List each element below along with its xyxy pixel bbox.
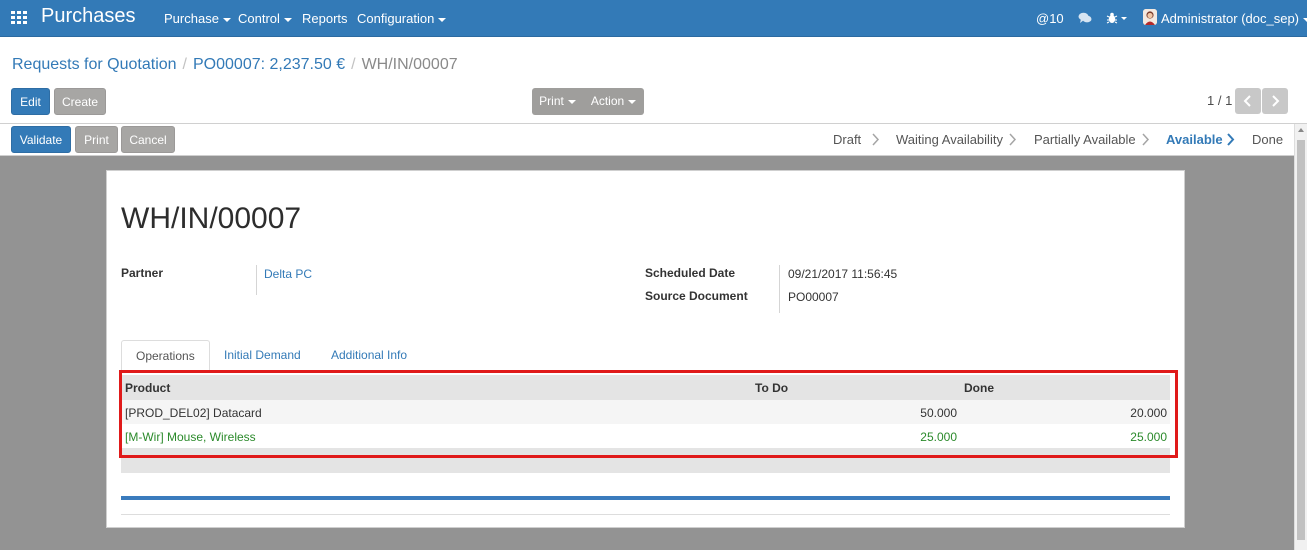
done-cell: 20.000 <box>1130 406 1167 420</box>
chevron-right-icon <box>872 133 880 146</box>
field-divider <box>779 265 780 313</box>
document-title: WH/IN/00007 <box>121 202 302 235</box>
section-divider <box>121 496 1170 500</box>
status-available: Available <box>1166 132 1223 147</box>
column-header-todo[interactable]: To Do <box>755 381 788 395</box>
control-panel: Requests for Quotation / PO00007: 2,237.50… <box>0 37 1307 124</box>
tab-initial-demand[interactable]: Initial Demand <box>210 340 315 371</box>
action-dropdown[interactable]: Action <box>583 88 644 115</box>
menu-control[interactable]: Control <box>238 11 292 26</box>
menu-configuration[interactable]: Configuration <box>357 11 447 26</box>
chat-icon[interactable] <box>1078 12 1092 24</box>
chevron-right-icon <box>1142 133 1150 146</box>
caret-down-icon <box>628 99 637 104</box>
table-header: Product To Do Done <box>121 375 1170 400</box>
chevron-right-icon <box>1227 133 1235 146</box>
menu-configuration-label: Configuration <box>357 11 435 26</box>
column-header-done[interactable]: Done <box>964 381 994 395</box>
chevron-left-icon <box>1243 95 1251 107</box>
mentions-counter[interactable]: @10 <box>1036 11 1064 26</box>
print-button[interactable]: Print <box>75 126 118 153</box>
pager-previous-button[interactable] <box>1235 88 1261 114</box>
breadcrumb-rfq[interactable]: Requests for Quotation <box>12 56 177 73</box>
user-avatar-icon <box>1143 9 1157 25</box>
status-waiting-availability: Waiting Availability <box>896 132 1003 147</box>
form-statusbar: Validate Print Cancel Draft Waiting Avai… <box>0 124 1307 156</box>
breadcrumb: Requests for Quotation / PO00007: 2,237.50… <box>12 56 458 74</box>
caret-down-icon <box>438 17 447 22</box>
caret-down-icon <box>222 17 231 22</box>
validate-button[interactable]: Validate <box>11 126 71 153</box>
scheduled-date-value: 09/21/2017 11:56:45 <box>788 267 898 281</box>
breadcrumb-separator: / <box>351 56 356 73</box>
column-header-product[interactable]: Product <box>125 381 170 395</box>
scrollbar-thumb[interactable] <box>1297 140 1305 540</box>
done-cell: 25.000 <box>1130 430 1167 444</box>
table-row[interactable]: [M-Wir] Mouse, Wireless 25.000 25.000 <box>121 424 1170 448</box>
cancel-button[interactable]: Cancel <box>121 126 175 153</box>
operations-table: Product To Do Done [PROD_DEL02] Datacard… <box>121 375 1170 473</box>
edit-button[interactable]: Edit <box>11 88 50 115</box>
source-document-label: Source Document <box>645 289 748 303</box>
tab-additional-info[interactable]: Additional Info <box>317 340 421 371</box>
todo-cell: 50.000 <box>920 406 957 420</box>
menu-purchase[interactable]: Purchase <box>164 11 231 26</box>
table-row[interactable]: [PROD_DEL02] Datacard 50.000 20.000 <box>121 400 1170 424</box>
status-draft: Draft <box>833 132 862 147</box>
partner-value[interactable]: Delta PC <box>264 267 312 281</box>
scheduled-date-label: Scheduled Date <box>645 266 736 280</box>
scroll-up-icon[interactable] <box>1298 128 1304 132</box>
field-divider <box>256 265 257 295</box>
status-done: Done <box>1252 132 1284 147</box>
user-avatar[interactable] <box>1143 9 1157 25</box>
caret-down-icon <box>1303 17 1307 22</box>
todo-cell: 25.000 <box>920 430 957 444</box>
user-name: Administrator (doc_sep) <box>1161 11 1299 26</box>
tab-operations[interactable]: Operations <box>121 340 210 371</box>
breadcrumb-separator: / <box>182 56 187 73</box>
divider <box>121 514 1170 515</box>
form-sheet: WH/IN/00007 Partner Delta PC Scheduled D… <box>106 170 1185 528</box>
chevron-right-icon <box>1272 95 1280 107</box>
caret-down-icon <box>567 99 576 104</box>
apps-grid-icon[interactable] <box>11 11 27 25</box>
pager-next-button[interactable] <box>1262 88 1288 114</box>
breadcrumb-current: WH/IN/00007 <box>361 56 458 73</box>
chevron-right-icon <box>1009 133 1017 146</box>
app-brand[interactable]: Purchases <box>41 5 136 28</box>
print-dropdown-label: Print <box>539 94 564 108</box>
action-dropdown-label: Action <box>590 94 625 108</box>
caret-down-icon <box>283 17 292 22</box>
status-partially-available: Partially Available <box>1034 132 1136 147</box>
debug-bug-icon[interactable] <box>1106 12 1128 24</box>
product-cell: [PROD_DEL02] Datacard <box>125 406 262 420</box>
menu-control-label: Control <box>238 11 280 26</box>
table-footer <box>121 448 1170 473</box>
pager-value[interactable]: 1 / 1 <box>1207 93 1232 108</box>
top-navbar: Purchases Purchase Control Reports Confi… <box>0 0 1307 37</box>
menu-purchase-label: Purchase <box>164 11 219 26</box>
user-menu[interactable]: Administrator (doc_sep) <box>1161 11 1307 26</box>
partner-label: Partner <box>121 266 164 280</box>
create-button[interactable]: Create <box>54 88 106 115</box>
menu-reports[interactable]: Reports <box>302 11 348 26</box>
product-cell: [M-Wir] Mouse, Wireless <box>125 430 256 444</box>
print-dropdown[interactable]: Print <box>532 88 583 115</box>
breadcrumb-po[interactable]: PO00007: 2,237.50 € <box>193 56 345 73</box>
menu-reports-label: Reports <box>302 11 348 26</box>
scrollbar[interactable] <box>1294 124 1307 550</box>
source-document-value: PO00007 <box>788 290 839 304</box>
